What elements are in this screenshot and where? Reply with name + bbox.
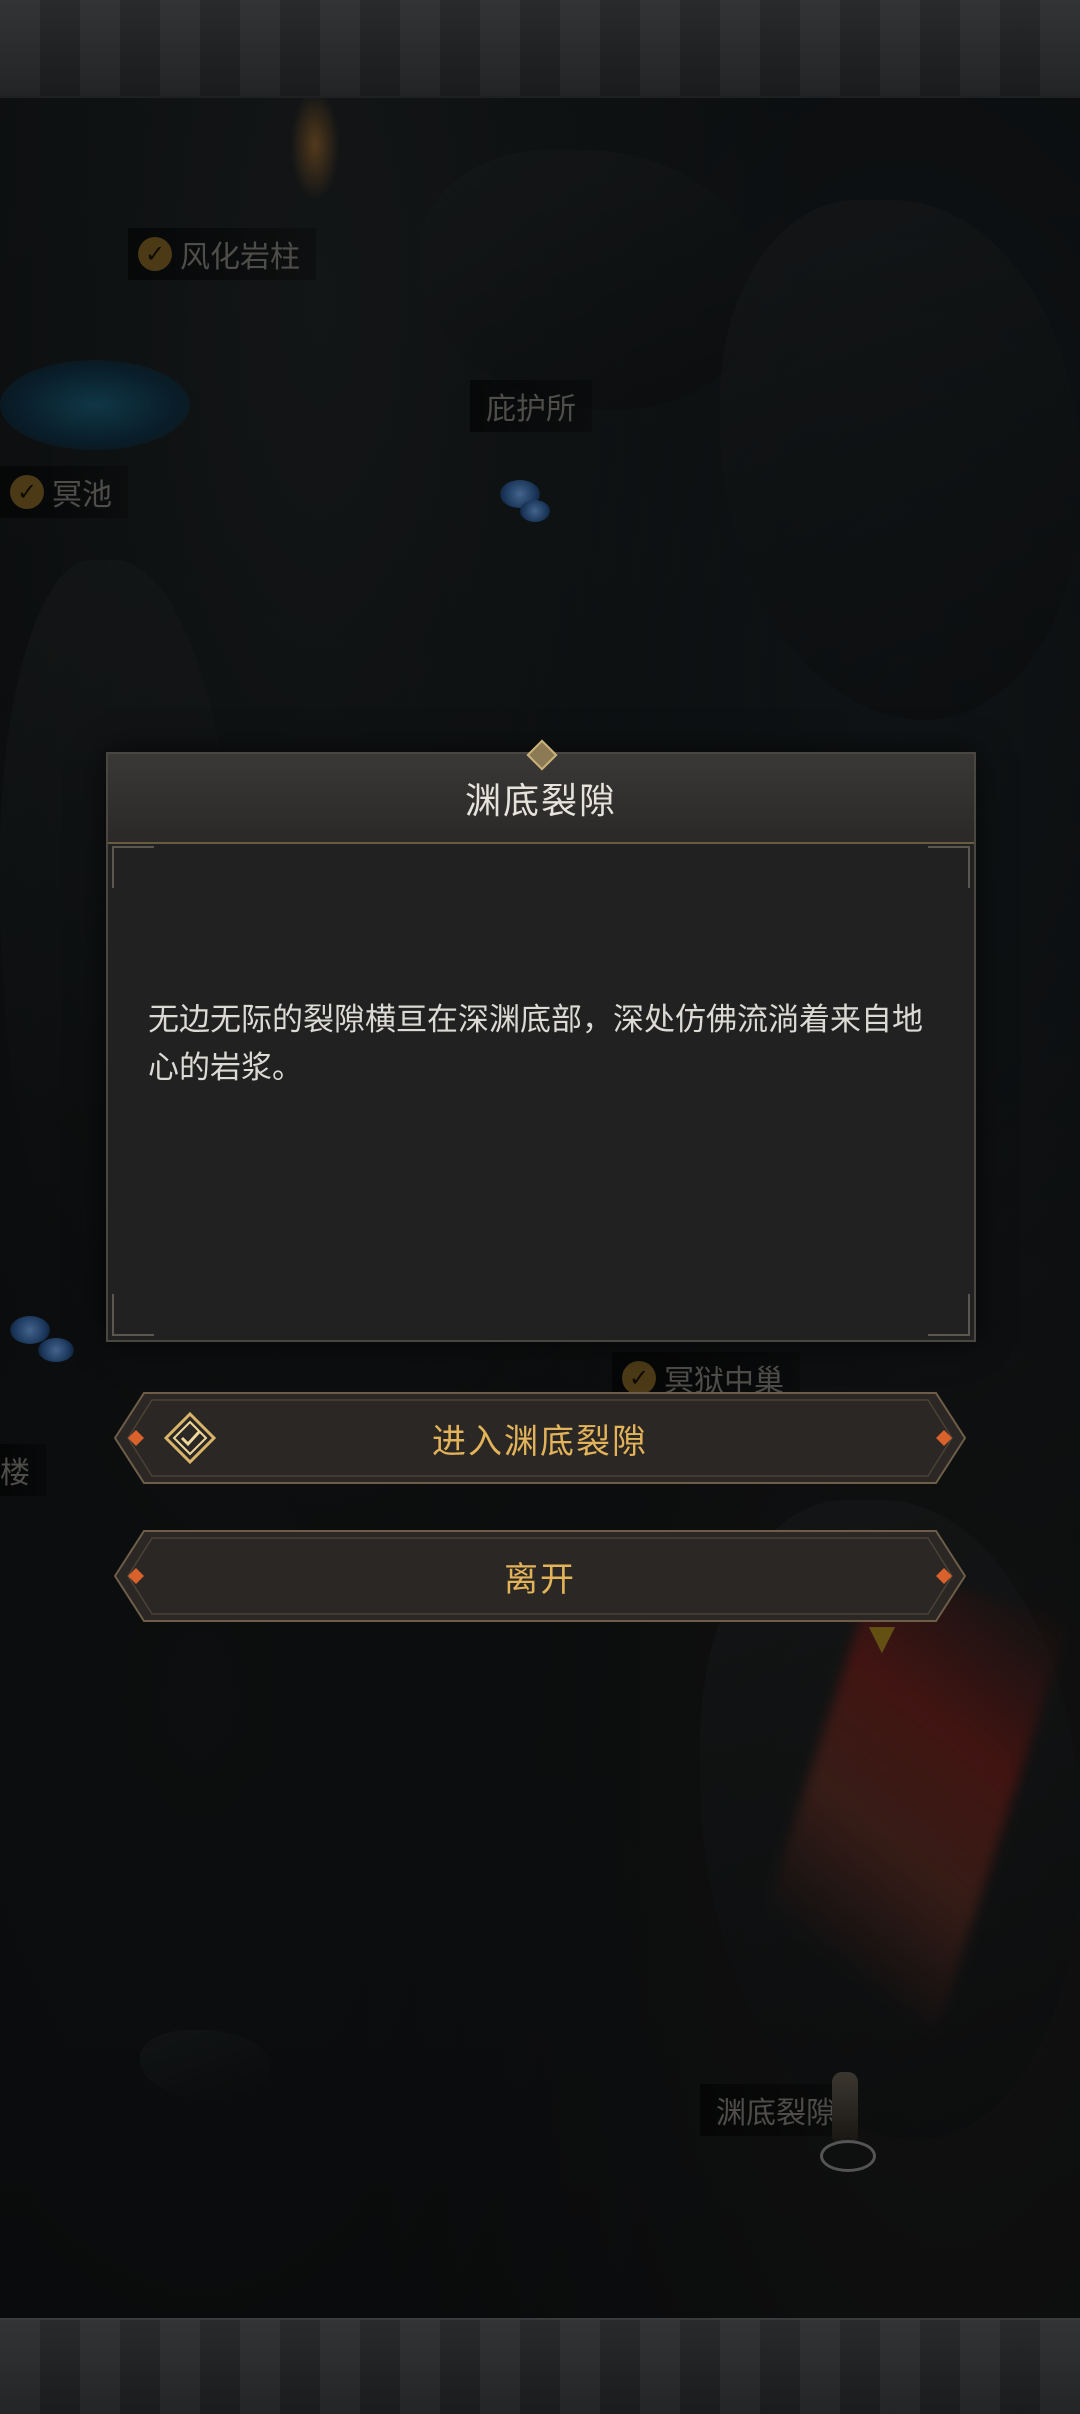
corner-ornament [112, 1294, 154, 1336]
leave-button[interactable]: 离开 [114, 1530, 966, 1622]
bottom-frame [0, 2318, 1080, 2414]
frame-ornament [0, 2320, 1080, 2414]
enter-button-label: 进入渊底裂隙 [432, 1421, 648, 1462]
top-frame [0, 0, 1080, 98]
frame-ornament [0, 0, 1080, 96]
corner-ornament [112, 846, 154, 888]
enter-button[interactable]: 进入渊底裂隙 [114, 1392, 966, 1484]
enter-emblem-icon [164, 1412, 216, 1464]
leave-button-label: 离开 [504, 1559, 576, 1600]
location-dialog: 渊底裂隙 无边无际的裂隙横亘在深渊底部，深处仿佛流淌着来自地心的岩浆。 [106, 739, 976, 1342]
dialog-description: 无边无际的裂隙横亘在深渊底部，深处仿佛流淌着来自地心的岩浆。 [148, 1002, 923, 1086]
corner-ornament [928, 846, 970, 888]
corner-ornament [928, 1294, 970, 1336]
game-screen: ✓ 风化岩柱 庇护所 ✓ 冥池 ✓ 冥狱中巢 楼 渊底裂隙 ▼ 渊底裂隙 无边无… [0, 0, 1080, 2414]
dialog-title: 渊底裂隙 [464, 781, 617, 822]
